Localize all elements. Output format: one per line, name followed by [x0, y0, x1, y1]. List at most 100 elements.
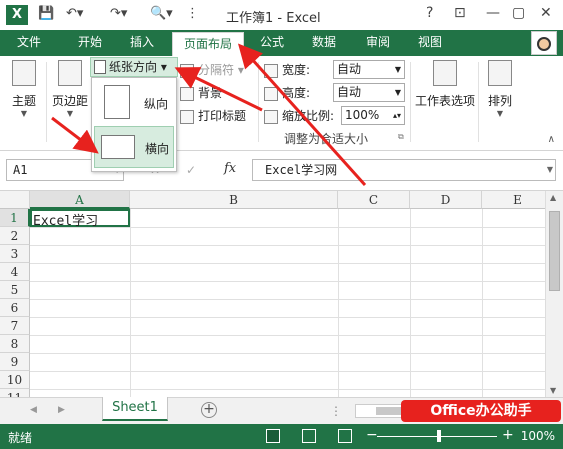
column-header[interactable]: B — [130, 191, 338, 209]
zoom-slider-knob[interactable] — [437, 430, 441, 442]
next-sheet-icon[interactable]: ▶ — [58, 405, 65, 415]
status-ready: 就绪 — [8, 431, 33, 445]
row-header[interactable]: 11 — [0, 389, 30, 397]
print-titles-label: 打印标题 — [198, 109, 247, 123]
grid-line — [30, 371, 545, 372]
tab-insert[interactable]: 插入 — [124, 30, 160, 56]
normal-view-icon[interactable] — [266, 429, 280, 443]
arrange-button[interactable]: 排列 ▼ — [482, 60, 518, 118]
excel-app-icon: X — [6, 5, 28, 25]
column-header[interactable]: E — [482, 191, 545, 209]
zoom-out-icon[interactable]: − — [366, 427, 378, 443]
cell-a1[interactable]: Excel学习 — [33, 210, 98, 229]
chevron-down-icon: ▼ — [20, 109, 28, 118]
restore-button[interactable]: ▢ — [512, 5, 525, 21]
tab-view[interactable]: 视图 — [412, 30, 448, 56]
dialog-launcher-icon[interactable]: ⧉ — [398, 132, 404, 142]
themes-button[interactable]: 主题 ▼ — [4, 60, 44, 118]
spinner-icon[interactable]: ▴▾ — [393, 107, 401, 124]
user-avatar[interactable] — [531, 31, 557, 55]
expand-formula-icon[interactable]: ▼ — [547, 165, 553, 174]
column-header[interactable]: A — [30, 191, 130, 209]
orientation-portrait-item[interactable]: 纵向 — [94, 82, 174, 124]
row-header[interactable]: 9 — [0, 353, 30, 371]
scroll-down-icon[interactable]: ▼ — [550, 386, 556, 395]
window-title: 工作簿1 - Excel — [226, 11, 321, 26]
row-header[interactable]: 7 — [0, 317, 30, 335]
grid-line — [410, 209, 411, 397]
zoom-level[interactable]: 100% — [521, 429, 555, 443]
height-select[interactable]: 自动 ▼ — [333, 83, 405, 102]
scale-group-label: 调整为合适大小 — [284, 132, 369, 146]
zoom-in-icon[interactable]: + — [502, 427, 514, 443]
print-preview-icon[interactable]: 🔍▾ — [150, 6, 173, 21]
group-divider — [410, 62, 411, 142]
scroll-up-icon[interactable]: ▲ — [550, 193, 556, 202]
portrait-page-icon — [104, 85, 130, 119]
tab-file[interactable]: 文件 — [0, 30, 58, 56]
background-label: 背景 — [198, 86, 223, 100]
redo-icon[interactable]: ↷▾ — [110, 6, 127, 21]
ribbon-display-icon[interactable]: ⊡ — [454, 5, 466, 21]
select-all-corner[interactable] — [0, 191, 30, 209]
enter-icon[interactable]: ✓ — [186, 163, 196, 177]
row-header[interactable]: 5 — [0, 281, 30, 299]
undo-icon[interactable]: ↶▾ — [66, 6, 83, 21]
formula-bar: A1 ▼ ✕ ✓ fx Excel学习网 ▼ — [0, 151, 563, 191]
sheet-options-button[interactable]: 工作表选项 — [414, 60, 476, 109]
orientation-icon — [94, 60, 106, 74]
customize-toolbar-icon[interactable]: ⋮ — [186, 6, 199, 21]
collapse-ribbon-icon[interactable]: ∧ — [548, 134, 555, 145]
page-layout-view-icon[interactable] — [302, 429, 316, 443]
row-header[interactable]: 10 — [0, 371, 30, 389]
margins-label: 页边距 — [51, 94, 88, 108]
row-header[interactable]: 1 — [0, 209, 30, 227]
tab-home[interactable]: 开始 — [72, 30, 108, 56]
save-icon[interactable]: 💾 — [38, 6, 54, 21]
vertical-scrollbar[interactable]: ▲ ▼ — [545, 191, 563, 397]
column-header[interactable]: C — [338, 191, 410, 209]
background-button[interactable]: 背景 — [180, 84, 222, 101]
width-select[interactable]: 自动 ▼ — [333, 60, 405, 79]
print-titles-button[interactable]: 打印标题 — [180, 107, 246, 124]
help-button[interactable]: ? — [426, 5, 433, 21]
watermark-logo: Office办公助手 — [401, 400, 561, 422]
formula-input[interactable]: Excel学习网 — [252, 159, 556, 181]
tab-page-layout[interactable]: 页面布局 — [172, 32, 244, 56]
arrange-label: 排列 — [487, 94, 512, 108]
minimize-button[interactable]: — — [486, 5, 500, 21]
scale-spinner[interactable]: 100% ▴▾ — [341, 106, 405, 125]
close-button[interactable]: ✕ — [540, 5, 552, 21]
orientation-button[interactable]: 纸张方向 ▾ — [90, 57, 178, 77]
page-break-view-icon[interactable] — [338, 429, 352, 443]
scale-value: 100% — [345, 108, 380, 122]
row-header[interactable]: 2 — [0, 227, 30, 245]
height-label: 高度: — [282, 86, 311, 100]
row-header[interactable]: 6 — [0, 299, 30, 317]
split-handle-icon[interactable]: ⋮ — [330, 404, 342, 418]
tab-review[interactable]: 审阅 — [360, 30, 396, 56]
breaks-button[interactable]: 分隔符 ▾ — [180, 61, 244, 78]
grid-line — [30, 281, 545, 282]
add-sheet-button[interactable]: + — [201, 402, 217, 418]
width-label-wrap: 宽度: — [264, 61, 310, 78]
worksheet-grid[interactable]: A B C D E 1 2 3 4 5 6 7 8 9 10 11 Excel学… — [0, 191, 545, 397]
prev-sheet-icon[interactable]: ◀ — [30, 405, 37, 415]
insert-function-button[interactable]: fx — [224, 161, 236, 176]
grid-line — [30, 335, 545, 336]
grid-line — [30, 389, 545, 390]
landscape-label: 横向 — [145, 142, 170, 156]
scroll-thumb[interactable] — [549, 211, 560, 291]
margins-button[interactable]: 页边距 ▼ — [50, 60, 90, 118]
sheet-tab-sheet1[interactable]: Sheet1 — [102, 397, 168, 421]
column-header[interactable]: D — [410, 191, 482, 209]
row-header[interactable]: 4 — [0, 263, 30, 281]
width-value: 自动 — [337, 62, 362, 76]
tab-formulas[interactable]: 公式 — [254, 30, 290, 56]
row-header[interactable]: 3 — [0, 245, 30, 263]
orientation-landscape-item[interactable]: 横向 — [94, 126, 174, 168]
row-header[interactable]: 8 — [0, 335, 30, 353]
tab-data[interactable]: 数据 — [306, 30, 342, 56]
grid-line — [30, 353, 545, 354]
grid-line — [30, 227, 545, 228]
